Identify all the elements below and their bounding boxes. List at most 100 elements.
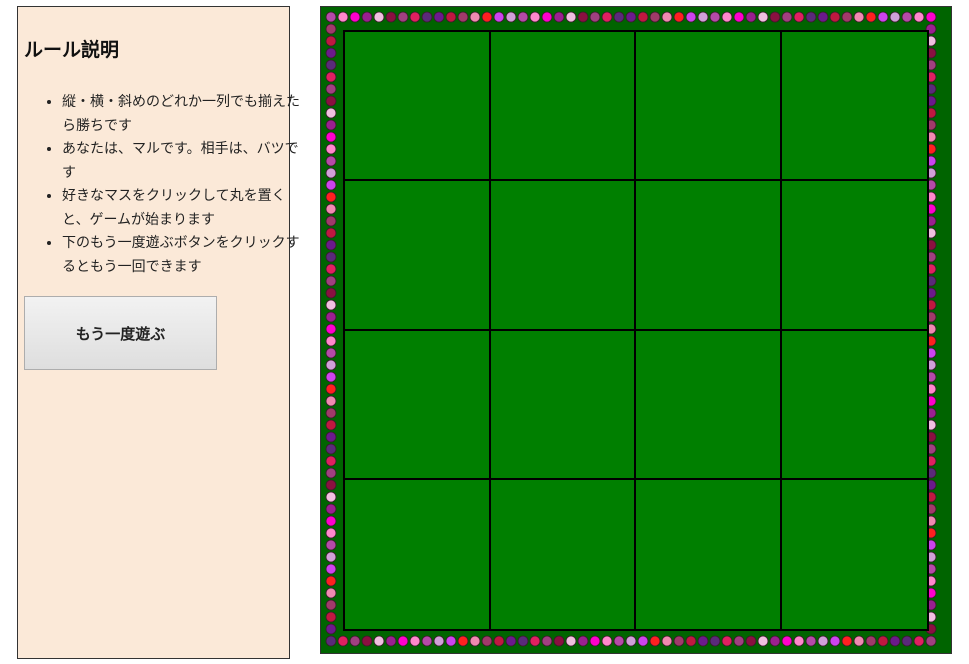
board-cell-0-2[interactable]: [636, 32, 782, 182]
game-board: [343, 30, 929, 631]
bead: [757, 635, 769, 647]
board-cell-3-1[interactable]: [490, 479, 636, 629]
bead: [325, 635, 337, 647]
bead: [325, 191, 337, 203]
bead: [325, 239, 337, 251]
bead: [793, 11, 805, 23]
bead: [337, 635, 349, 647]
board-cell-3-3[interactable]: [781, 479, 927, 629]
bead: [805, 635, 817, 647]
bead: [409, 635, 421, 647]
bead: [769, 11, 781, 23]
bead: [517, 635, 529, 647]
bead: [325, 311, 337, 323]
bead: [505, 635, 517, 647]
board-cell-2-2[interactable]: [636, 330, 782, 480]
bead: [577, 635, 589, 647]
bead: [769, 635, 781, 647]
bead: [649, 635, 661, 647]
bead: [673, 11, 685, 23]
bead: [325, 11, 337, 23]
bead: [325, 47, 337, 59]
bead: [553, 11, 565, 23]
bead: [661, 11, 673, 23]
bead: [325, 299, 337, 311]
bead: [541, 635, 553, 647]
board-cell-3-0[interactable]: [345, 479, 491, 629]
bead: [325, 491, 337, 503]
bead: [325, 83, 337, 95]
bead: [325, 419, 337, 431]
bead: [721, 635, 733, 647]
bead: [433, 11, 445, 23]
board-cell-0-1[interactable]: [490, 32, 636, 182]
bead: [577, 11, 589, 23]
bead: [637, 635, 649, 647]
bead: [829, 11, 841, 23]
bead: [481, 11, 493, 23]
bead: [325, 359, 337, 371]
board-cell-1-1[interactable]: [490, 181, 636, 331]
rule-item: あなたは、マルです。相手は、バツです: [62, 138, 302, 185]
bead: [853, 635, 865, 647]
bead: [541, 11, 553, 23]
bead: [517, 11, 529, 23]
rules-panel: ルール説明 縦・横・斜めのどれか一列でも揃えたら勝ちです あなたは、マルです。相…: [17, 6, 300, 659]
board-cell-1-0[interactable]: [345, 181, 491, 331]
bead: [889, 11, 901, 23]
bead: [865, 635, 877, 647]
bead: [361, 11, 373, 23]
bead: [877, 635, 889, 647]
bead: [325, 539, 337, 551]
rules-list: 縦・横・斜めのどれか一列でも揃えたら勝ちです あなたは、マルです。相手は、バツで…: [46, 91, 302, 279]
bead: [817, 635, 829, 647]
bead: [529, 11, 541, 23]
bead: [685, 11, 697, 23]
bead: [589, 11, 601, 23]
bead: [433, 635, 445, 647]
bead: [493, 635, 505, 647]
bead: [325, 287, 337, 299]
game-board-frame: [320, 6, 952, 654]
bead: [625, 11, 637, 23]
bead: [553, 635, 565, 647]
board-cell-1-2[interactable]: [636, 181, 782, 331]
replay-button[interactable]: もう一度遊ぶ: [24, 296, 217, 370]
bead: [613, 11, 625, 23]
board-cell-1-3[interactable]: [781, 181, 927, 331]
bead: [709, 11, 721, 23]
bead: [385, 635, 397, 647]
board-cell-2-0[interactable]: [345, 330, 491, 480]
bead: [589, 635, 601, 647]
bead: [829, 635, 841, 647]
bead: [385, 11, 397, 23]
bead: [745, 11, 757, 23]
bead: [325, 107, 337, 119]
bead: [565, 11, 577, 23]
bead: [325, 275, 337, 287]
bead: [349, 635, 361, 647]
board-cell-3-2[interactable]: [636, 479, 782, 629]
bead: [445, 11, 457, 23]
bead: [325, 227, 337, 239]
bead: [709, 635, 721, 647]
board-cell-2-3[interactable]: [781, 330, 927, 480]
bead: [325, 59, 337, 71]
bead: [325, 179, 337, 191]
bead: [817, 11, 829, 23]
board-cell-2-1[interactable]: [490, 330, 636, 480]
bead: [325, 431, 337, 443]
bead: [877, 11, 889, 23]
bead: [325, 587, 337, 599]
bead: [373, 11, 385, 23]
board-cell-0-0[interactable]: [345, 32, 491, 182]
board-cell-0-3[interactable]: [781, 32, 927, 182]
bead: [373, 635, 385, 647]
bead: [325, 599, 337, 611]
bead: [565, 635, 577, 647]
bead: [397, 11, 409, 23]
bead: [325, 95, 337, 107]
bead: [445, 635, 457, 647]
bead: [397, 635, 409, 647]
bead: [841, 635, 853, 647]
